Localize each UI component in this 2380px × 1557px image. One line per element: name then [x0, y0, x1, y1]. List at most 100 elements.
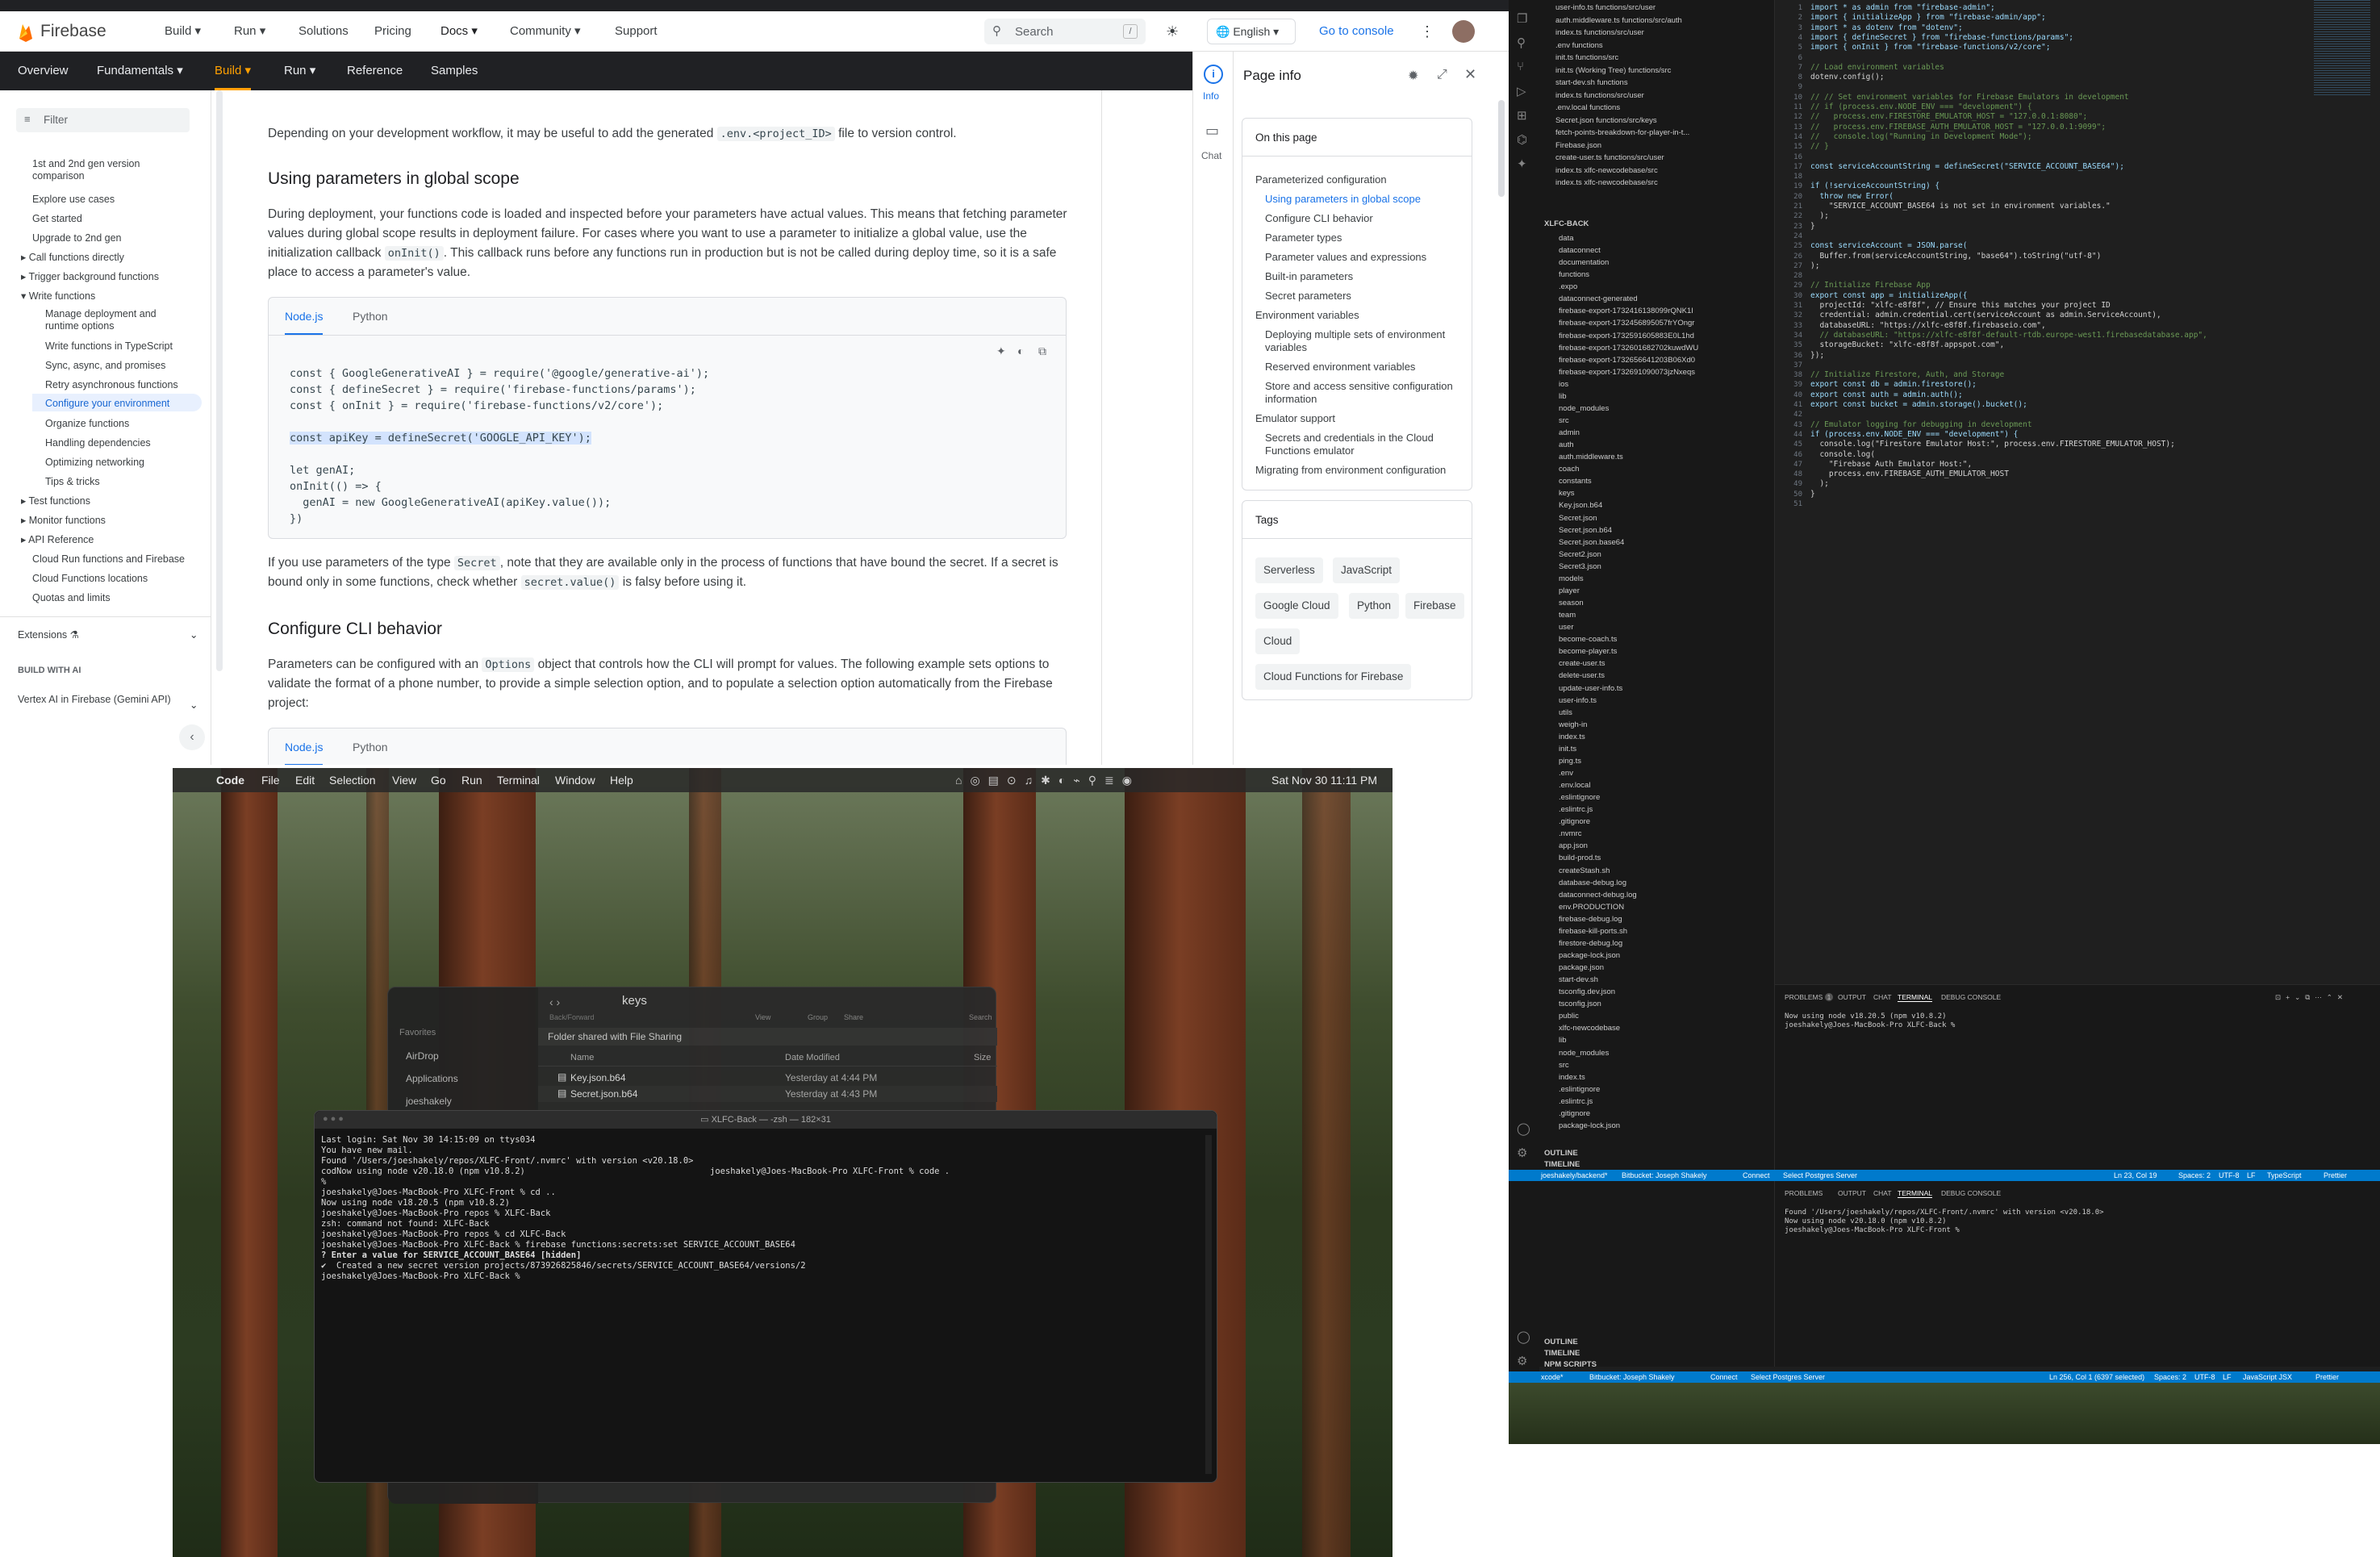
- close-icon[interactable]: ✕: [1464, 66, 1476, 83]
- status-bitbucket[interactable]: Bitbucket: Joseph Shakely: [1589, 1371, 1675, 1383]
- finder-row[interactable]: ▤ Key.json.b64 Yesterday at 4:44 PM: [538, 1070, 997, 1086]
- open-editor-item[interactable]: auth.middleware.ts functions/src/auth: [1555, 16, 1682, 26]
- tree-item[interactable]: index.ts: [1559, 733, 1585, 742]
- remote-icon[interactable]: ⌬: [1517, 132, 1527, 147]
- toc-item[interactable]: Deploying multiple sets of environment v…: [1265, 328, 1459, 354]
- tree-item[interactable]: .eslintrc.js: [1559, 805, 1593, 815]
- finder-toolbar-search[interactable]: Search: [969, 1013, 992, 1021]
- toc-item[interactable]: Environment variables: [1255, 309, 1359, 322]
- tree-item[interactable]: xlfc-newcodebase: [1559, 1024, 1620, 1033]
- sidebar-item[interactable]: Tips & tricks: [45, 476, 100, 488]
- col-date[interactable]: Date Modified: [785, 1053, 840, 1062]
- tree-item[interactable]: database-debug.log: [1559, 879, 1626, 888]
- tree-item[interactable]: firebase-export-1732601682702kuwdWU: [1559, 344, 1698, 353]
- status-encoding[interactable]: UTF-8: [2194, 1371, 2215, 1383]
- timeline-section[interactable]: TIMELINE: [1544, 1160, 1580, 1170]
- tree-item[interactable]: firestore-debug.log: [1559, 939, 1622, 949]
- panel-tab-chat[interactable]: CHAT: [1873, 1189, 1892, 1197]
- status-prettier[interactable]: Prettier: [2324, 1170, 2347, 1181]
- toc-item[interactable]: Parameterized configuration: [1255, 173, 1387, 186]
- go-to-console-link[interactable]: Go to console: [1319, 11, 1394, 52]
- open-editor-item[interactable]: create-user.ts functions/src/user: [1555, 153, 1664, 163]
- tree-item[interactable]: dataconnect-generated: [1559, 294, 1638, 304]
- tree-item[interactable]: firebase-kill-ports.sh: [1559, 927, 1627, 937]
- tree-item[interactable]: ping.ts: [1559, 757, 1581, 766]
- tree-item[interactable]: build-prod.ts: [1559, 854, 1601, 863]
- subnav-reference[interactable]: Reference: [347, 52, 403, 90]
- tree-item[interactable]: firebase-export-1732416138099rQNK1I: [1559, 307, 1693, 316]
- open-editor-item[interactable]: Secret.json functions/src/keys: [1555, 116, 1657, 126]
- finder-toolbar-view[interactable]: View: [755, 1013, 770, 1021]
- tree-item[interactable]: become-coach.ts: [1559, 635, 1617, 645]
- expand-icon[interactable]: ⤢: [1437, 68, 1447, 82]
- panel-tab-output[interactable]: OUTPUT: [1838, 993, 1866, 1001]
- tree-item[interactable]: start-dev.sh: [1559, 975, 1598, 985]
- menu-help[interactable]: Help: [610, 768, 633, 792]
- tab-python[interactable]: Python: [353, 728, 388, 765]
- toc-item[interactable]: Configure CLI behavior: [1265, 212, 1373, 225]
- tree-item[interactable]: .expo: [1559, 282, 1577, 292]
- panel-tab-problems[interactable]: PROBLEMS 1: [1785, 993, 1834, 1001]
- menu-run[interactable]: Run: [461, 768, 482, 792]
- panel-tab-chat[interactable]: CHAT: [1873, 993, 1892, 1001]
- panel-tab-terminal[interactable]: TERMINAL: [1898, 1189, 1932, 1198]
- tree-item[interactable]: .env.local: [1559, 781, 1590, 791]
- status-position[interactable]: Ln 23, Col 19: [2114, 1170, 2157, 1181]
- tree-item[interactable]: public: [1559, 1012, 1579, 1021]
- finder-sidebar-item[interactable]: joeshakely: [406, 1096, 452, 1107]
- open-editor-item[interactable]: index.ts xlfc-newcodebase/src: [1555, 178, 1658, 188]
- tree-item[interactable]: admin: [1559, 428, 1580, 438]
- panel-tab-output[interactable]: OUTPUT: [1838, 1189, 1866, 1197]
- finder-row[interactable]: ▤ Secret.json.b64 Yesterday at 4:43 PM: [538, 1086, 997, 1102]
- status-eol[interactable]: LF: [2247, 1170, 2256, 1181]
- sidebar-item[interactable]: Quotas and limits: [32, 592, 111, 604]
- toc-item[interactable]: Emulator support: [1255, 412, 1335, 425]
- open-editor-item[interactable]: fetch-points-breakdown-for-player-in-t..…: [1555, 128, 1689, 138]
- sidebar-item[interactable]: Cloud Run functions and Firebase: [32, 553, 185, 566]
- toc-item[interactable]: Built-in parameters: [1265, 270, 1353, 283]
- tree-item[interactable]: constants: [1559, 477, 1592, 486]
- finder-sidebar-item[interactable]: AirDrop: [406, 1050, 439, 1062]
- gear-icon[interactable]: ⚙: [1517, 1146, 1527, 1160]
- status-bitbucket[interactable]: Bitbucket: Joseph Shakely: [1622, 1170, 1707, 1181]
- tree-item[interactable]: package-lock.json: [1559, 951, 1620, 961]
- terminal-prompt[interactable]: joeshakely@Joes-MacBook-Pro XLFC-Back %: [1785, 1021, 1955, 1030]
- tree-item[interactable]: .eslintignore: [1559, 793, 1600, 803]
- tree-item[interactable]: Key.json.b64: [1559, 501, 1602, 511]
- status-icons[interactable]: ⌂◎▤⊙♫✱◐⌁⚲≣◉: [955, 768, 1140, 792]
- gear-icon[interactable]: ⚙: [1517, 1354, 1527, 1368]
- tree-item[interactable]: firebase-debug.log: [1559, 915, 1622, 925]
- sidebar-item[interactable]: Get started: [32, 213, 82, 225]
- tree-item[interactable]: app.json: [1559, 841, 1588, 851]
- sidebar-item[interactable]: Cloud Functions locations: [32, 573, 148, 585]
- spark-icon[interactable]: ✦: [996, 344, 1006, 358]
- sidebar-item[interactable]: Explore use cases: [32, 194, 115, 206]
- tree-item[interactable]: auth: [1559, 440, 1574, 450]
- toc-item[interactable]: Secret parameters: [1265, 290, 1351, 303]
- status-language[interactable]: TypeScript: [2267, 1170, 2302, 1181]
- subnav-overview[interactable]: Overview: [18, 52, 69, 90]
- open-editor-item[interactable]: index.ts functions/src/user: [1555, 28, 1644, 38]
- open-editor-item[interactable]: start-dev.sh functions: [1555, 78, 1628, 88]
- tree-item[interactable]: coach: [1559, 465, 1579, 474]
- terminal-prompt[interactable]: joeshakely@Joes-MacBook-Pro XLFC-Back %: [321, 1271, 525, 1282]
- tree-item[interactable]: auth.middleware.ts: [1559, 453, 1623, 462]
- firebase-ext-icon[interactable]: ✦: [1517, 157, 1527, 171]
- status-connect[interactable]: Connect: [1743, 1170, 1770, 1181]
- nav-solutions[interactable]: Solutions: [299, 11, 349, 52]
- open-editor-item[interactable]: .env.local functions: [1555, 103, 1620, 113]
- tag-chip[interactable]: Cloud: [1255, 628, 1301, 654]
- sidebar-item[interactable]: ▾ Write functions: [21, 290, 95, 303]
- subnav-fundamentals[interactable]: Fundamentals ▾: [97, 52, 183, 90]
- open-editor-item[interactable]: user-info.ts functions/src/user: [1555, 3, 1656, 13]
- tree-item[interactable]: index.ts: [1559, 1073, 1585, 1083]
- open-editor-item[interactable]: init.ts functions/src: [1555, 53, 1618, 63]
- tree-item[interactable]: Secret.json.base64: [1559, 538, 1624, 548]
- sidebar-item[interactable]: ▸ Monitor functions: [21, 515, 106, 527]
- tree-item[interactable]: player: [1559, 586, 1580, 596]
- toc-item-active[interactable]: Using parameters in global scope: [1265, 193, 1421, 206]
- files-icon[interactable]: ❐: [1517, 11, 1527, 26]
- tag-chip[interactable]: JavaScript: [1333, 557, 1401, 583]
- toc-item[interactable]: Store and access sensitive configuration…: [1265, 380, 1459, 406]
- sidebar-item-active[interactable]: Configure your environment: [45, 398, 169, 410]
